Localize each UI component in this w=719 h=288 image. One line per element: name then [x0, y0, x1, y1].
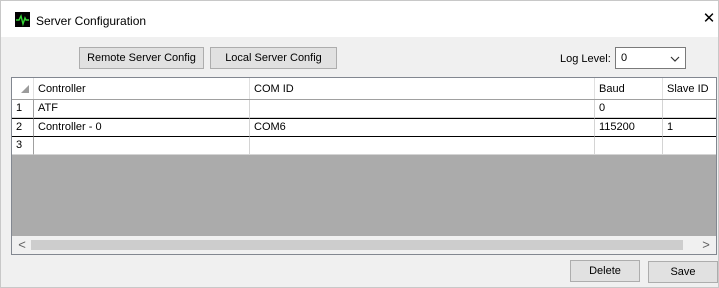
log-level-select[interactable]: 0	[615, 47, 686, 69]
scroll-left-icon[interactable]: <	[14, 237, 30, 253]
save-button[interactable]: Save	[648, 261, 718, 283]
column-header-com-id[interactable]: COM ID	[250, 78, 595, 99]
scroll-right-icon[interactable]: >	[698, 237, 714, 253]
table-row[interactable]: 1 ATF 0	[12, 100, 716, 118]
row-header[interactable]: 3	[12, 137, 34, 155]
cell-slave-id[interactable]	[663, 100, 716, 118]
chevron-down-icon	[670, 54, 680, 62]
cell-baud[interactable]	[595, 137, 663, 155]
cell-controller[interactable]: ATF	[34, 100, 250, 118]
cell-baud[interactable]: 0	[595, 100, 663, 118]
horizontal-scrollbar[interactable]: < >	[12, 236, 716, 254]
cell-controller[interactable]: Controller - 0	[34, 118, 250, 137]
cell-slave-id[interactable]: 1	[663, 118, 716, 137]
cell-com-id[interactable]: COM6	[250, 118, 595, 137]
window-title: Server Configuration	[36, 14, 147, 28]
cell-slave-id[interactable]	[663, 137, 716, 155]
close-icon[interactable]: ✕	[702, 10, 716, 28]
title-bar: Server Configuration ✕	[1, 1, 718, 37]
server-configuration-window: Server Configuration ✕ Remote Server Con…	[0, 0, 719, 288]
scrollbar-thumb[interactable]	[31, 240, 683, 250]
log-level-label: Log Level:	[560, 53, 611, 65]
column-header-slave-id[interactable]: Slave ID	[663, 78, 716, 99]
corner-triangle-icon	[21, 85, 29, 93]
grid-header-row: Controller COM ID Baud Slave ID	[12, 78, 716, 100]
grid-body: Controller COM ID Baud Slave ID 1 ATF 0 …	[12, 78, 716, 238]
cell-baud[interactable]: 115200	[595, 118, 663, 137]
cell-com-id[interactable]	[250, 100, 595, 118]
column-header-controller[interactable]: Controller	[34, 78, 250, 99]
local-server-config-button[interactable]: Local Server Config	[210, 47, 337, 69]
cell-controller[interactable]	[34, 137, 250, 155]
table-row[interactable]: 3	[12, 137, 716, 155]
column-header-baud[interactable]: Baud	[595, 78, 663, 99]
remote-server-config-button[interactable]: Remote Server Config	[79, 47, 204, 69]
select-all-corner[interactable]	[12, 78, 34, 99]
row-header[interactable]: 1	[12, 100, 34, 118]
pulse-icon	[15, 12, 30, 27]
cell-com-id[interactable]	[250, 137, 595, 155]
delete-button[interactable]: Delete	[570, 260, 640, 282]
log-level-value: 0	[621, 52, 628, 64]
table-row[interactable]: 2 Controller - 0 COM6 115200 1	[12, 118, 716, 137]
controller-grid[interactable]: Controller COM ID Baud Slave ID 1 ATF 0 …	[11, 77, 717, 255]
row-header[interactable]: 2	[12, 118, 34, 137]
